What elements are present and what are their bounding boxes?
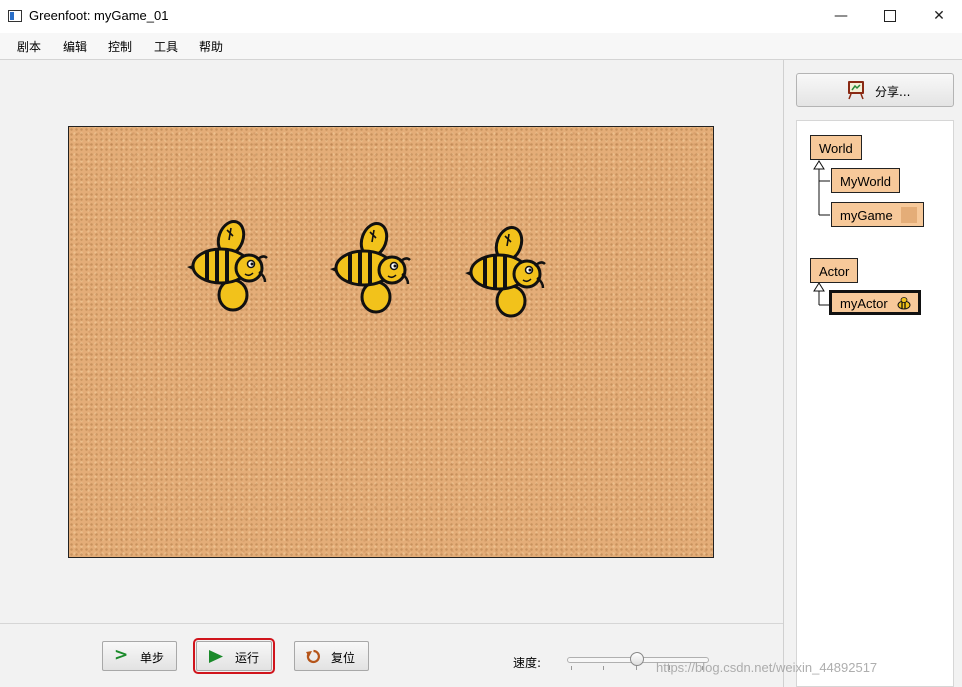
maximize-button[interactable] [867,0,913,33]
menu-help[interactable]: 帮助 [199,38,223,55]
close-button[interactable]: ✕ [916,0,962,33]
bee-actor[interactable] [465,224,546,318]
class-myactor[interactable]: myActor [829,290,921,315]
menu-bar: 剧本 编辑 控制 工具 帮助 [0,33,962,60]
bee-actor[interactable] [330,220,411,314]
speed-label: 速度: [513,656,542,670]
easel-share-icon [848,81,864,100]
play-icon [209,650,223,663]
bee-actor[interactable] [187,218,268,312]
cork-thumbnail-icon [900,207,917,223]
step-label: 单步 [140,651,165,665]
run-button[interactable]: 运行 [193,638,275,674]
menu-controls[interactable]: 控制 [108,38,132,55]
world-canvas[interactable] [68,126,714,558]
class-myworld[interactable]: MyWorld [831,168,901,193]
title-bar: Greenfoot: myGame_01 — ✕ [0,0,962,33]
step-button[interactable]: > 单步 [102,641,177,671]
reset-label: 复位 [331,651,356,665]
share-label: 分享... [875,85,911,99]
slider-tick [571,666,572,670]
menu-scenario[interactable]: 剧本 [17,38,41,55]
reset-icon [306,649,320,664]
window-title: Greenfoot: myGame_01 [29,8,169,23]
step-arrow-icon: > [114,645,129,665]
maximize-icon [884,10,896,22]
watermark: https://blog.csdn.net/weixin_44892517 [656,660,878,675]
minimize-button[interactable]: — [818,0,864,33]
run-label: 运行 [235,651,260,665]
menu-tools[interactable]: 工具 [154,38,178,55]
menu-edit[interactable]: 编辑 [63,38,87,55]
class-tree-panel: World MyWorld myGame Actor myActor [796,120,954,687]
bee-thumbnail-icon [897,297,911,310]
class-myactor-label: myActor [840,296,888,311]
share-button[interactable]: 分享... [796,73,954,107]
greenfoot-app-icon [8,10,22,22]
speed-slider-thumb[interactable] [630,652,644,666]
reset-button[interactable]: 复位 [294,641,369,671]
class-world[interactable]: World [810,135,862,160]
panel-divider [783,60,784,687]
controls-separator [0,623,783,624]
class-actor[interactable]: Actor [810,258,859,283]
slider-tick [603,666,604,670]
slider-tick [636,666,637,670]
class-mygame[interactable]: myGame [831,202,924,227]
class-mygame-label: myGame [840,208,893,223]
world-actors [187,218,546,318]
